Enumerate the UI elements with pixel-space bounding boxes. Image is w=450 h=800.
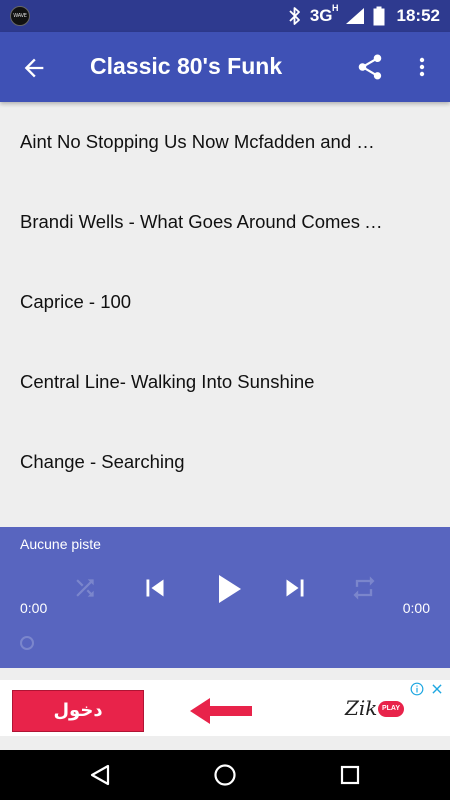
play-icon[interactable] [203, 565, 251, 613]
ad-logo: Zik PLAY [345, 694, 405, 726]
ad-banner[interactable]: دخول Zik PLAY [0, 680, 450, 736]
app-bar: Classic 80's Funk [0, 32, 450, 102]
arrow-left-icon [190, 698, 252, 724]
playlist: Aint No Stopping Us Now Mcfadden and Whi… [0, 102, 450, 502]
battery-icon [373, 6, 385, 26]
circle-home-icon [214, 764, 236, 786]
list-item-title: Caprice - 100 [20, 291, 132, 312]
list-item-title: Change - Searching [20, 451, 185, 472]
list-item[interactable]: Brandi Wells - What Goes Around Comes Ar… [0, 182, 450, 262]
shuffle-icon[interactable] [72, 575, 98, 601]
ad-area: دخول Zik PLAY [0, 668, 450, 750]
app-notification-icon: WAVE FM [10, 6, 30, 26]
ad-logo-text: Zik [345, 696, 378, 720]
list-item[interactable]: Caprice - 100 [0, 262, 450, 342]
info-icon[interactable] [410, 682, 424, 696]
list-item-title: Aint No Stopping Us Now Mcfadden and Whi… [20, 131, 392, 152]
ad-logo-badge: PLAY [378, 701, 404, 717]
skip-next-icon[interactable] [278, 571, 312, 605]
list-item[interactable]: Change - Searching [0, 422, 450, 502]
share-icon[interactable] [355, 52, 385, 82]
repeat-icon[interactable] [350, 574, 378, 602]
nav-home-button[interactable] [195, 750, 255, 800]
nav-recents-button[interactable] [320, 750, 380, 800]
network-type: 3G H [309, 3, 339, 25]
list-item[interactable]: Central Line- Walking Into Sunshine [0, 342, 450, 422]
list-item-title: Central Line- Walking Into Sunshine [20, 371, 315, 392]
current-track-label: Aucune piste [20, 536, 101, 552]
skip-previous-icon[interactable] [138, 571, 172, 605]
seek-bar-thumb[interactable] [20, 636, 34, 650]
elapsed-time: 0:00 [20, 600, 48, 616]
status-time: 18:52 [396, 6, 440, 25]
ad-cta-button[interactable]: دخول [12, 690, 144, 732]
total-time: 0:00 [402, 600, 430, 616]
bluetooth-icon [289, 7, 300, 25]
signal-icon [345, 8, 364, 24]
system-nav-bar [0, 750, 450, 800]
list-item-title: Brandi Wells - What Goes Around Comes Ar… [20, 211, 392, 232]
list-item[interactable]: Aint No Stopping Us Now Mcfadden and Whi… [0, 102, 450, 182]
status-bar: WAVE FM 3GH 18:52 [0, 0, 450, 32]
square-recents-icon [340, 765, 360, 785]
back-arrow-icon[interactable] [20, 54, 48, 82]
nav-back-button[interactable] [70, 750, 130, 800]
mini-player: Aucune piste 0:00 0:00 [0, 527, 450, 668]
page-title: Classic 80's Funk [90, 53, 283, 79]
close-icon[interactable] [430, 682, 444, 696]
more-vert-icon[interactable] [410, 52, 434, 82]
triangle-back-icon [90, 764, 110, 786]
